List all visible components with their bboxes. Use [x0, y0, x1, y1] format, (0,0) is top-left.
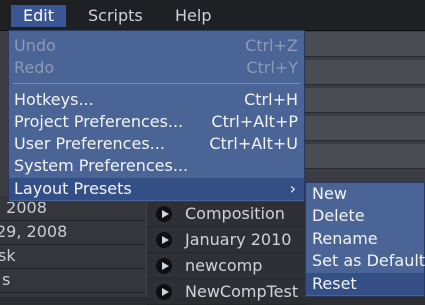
list-item-label: 29, 2008	[0, 222, 68, 241]
list-item[interactable]: 29, 2008	[0, 220, 145, 245]
composition-label: January 2010	[185, 230, 292, 249]
menu-item-shortcut: Ctrl+Y	[246, 58, 298, 77]
submenu-item-delete[interactable]: Delete	[306, 205, 424, 227]
background-strip	[305, 88, 425, 113]
menu-item-label: Hotkeys...	[14, 90, 94, 109]
composition-row[interactable]: Composition	[147, 202, 305, 227]
submenu-item-label: Delete	[312, 206, 365, 225]
menu-item-project-preferences[interactable]: Project Preferences... Ctrl+Alt+P	[9, 111, 304, 133]
composition-row[interactable]: January 2010	[147, 228, 305, 253]
chevron-right-icon: ›	[289, 179, 296, 198]
submenu-item-label: New	[312, 184, 347, 203]
composition-row[interactable]: newcomp	[147, 254, 305, 279]
menu-item-shortcut: Ctrl+Z	[245, 36, 298, 55]
menu-item-label: Project Preferences...	[14, 112, 184, 131]
submenu-item-label: Rename	[312, 229, 378, 248]
menu-edit[interactable]: Edit	[11, 5, 66, 27]
background-strip	[305, 116, 425, 141]
menu-scripts[interactable]: Scripts	[80, 5, 151, 27]
list-item-label: s	[2, 270, 11, 289]
layout-presets-submenu: New Delete Rename Set as Default Reset	[305, 182, 425, 297]
menu-item-shortcut: Ctrl+Alt+P	[211, 112, 298, 131]
edit-menu-dropdown: Undo Ctrl+Z Redo Ctrl+Y Hotkeys... Ctrl+…	[8, 30, 305, 202]
list-item-label: sk	[0, 246, 16, 265]
submenu-item-label: Set as Default	[312, 251, 425, 270]
submenu-item-rename[interactable]: Rename	[306, 228, 424, 250]
date-list-panel: , 2008 29, 2008 sk s	[0, 196, 145, 297]
list-item[interactable]: s	[0, 268, 145, 293]
menu-separator	[13, 83, 300, 84]
menu-item-shortcut: Ctrl+Alt+U	[209, 134, 298, 153]
play-icon[interactable]	[156, 284, 172, 300]
menu-item-label: System Preferences...	[14, 156, 189, 175]
submenu-item-reset[interactable]: Reset	[306, 273, 424, 295]
menu-item-system-preferences[interactable]: System Preferences...	[9, 155, 304, 177]
play-icon[interactable]	[156, 206, 172, 222]
composition-label: newcomp	[185, 256, 263, 275]
submenu-item-set-as-default[interactable]: Set as Default	[306, 250, 425, 272]
composition-list: Composition January 2010 newcomp NewComp…	[147, 196, 305, 305]
menu-item-label: User Preferences...	[14, 134, 165, 153]
menu-item-hotkeys[interactable]: Hotkeys... Ctrl+H	[9, 89, 304, 111]
menu-item-label: Layout Presets	[14, 179, 132, 198]
submenu-item-label: Reset	[312, 274, 357, 293]
background-strip	[305, 60, 425, 85]
composition-label: NewCompTest	[185, 282, 299, 301]
menu-item-user-preferences[interactable]: User Preferences... Ctrl+Alt+U	[9, 133, 304, 155]
menu-item-undo[interactable]: Undo Ctrl+Z	[9, 35, 304, 57]
menu-bar: Edit Scripts Help	[0, 0, 425, 31]
submenu-item-new[interactable]: New	[306, 183, 424, 205]
background-strip	[305, 144, 425, 169]
composition-row[interactable]: NewCompTest	[147, 280, 305, 305]
play-icon[interactable]	[156, 258, 172, 274]
menu-item-redo[interactable]: Redo Ctrl+Y	[9, 57, 304, 79]
menu-item-shortcut: Ctrl+H	[244, 90, 298, 109]
list-item[interactable]: sk	[0, 244, 145, 269]
menu-item-layout-presets[interactable]: Layout Presets ›	[9, 178, 304, 200]
composition-label: Composition	[185, 204, 285, 223]
background-strip	[305, 32, 425, 57]
play-icon[interactable]	[156, 232, 172, 248]
menu-item-label: Redo	[14, 58, 55, 77]
menu-help[interactable]: Help	[167, 5, 219, 27]
menu-item-label: Undo	[14, 36, 56, 55]
